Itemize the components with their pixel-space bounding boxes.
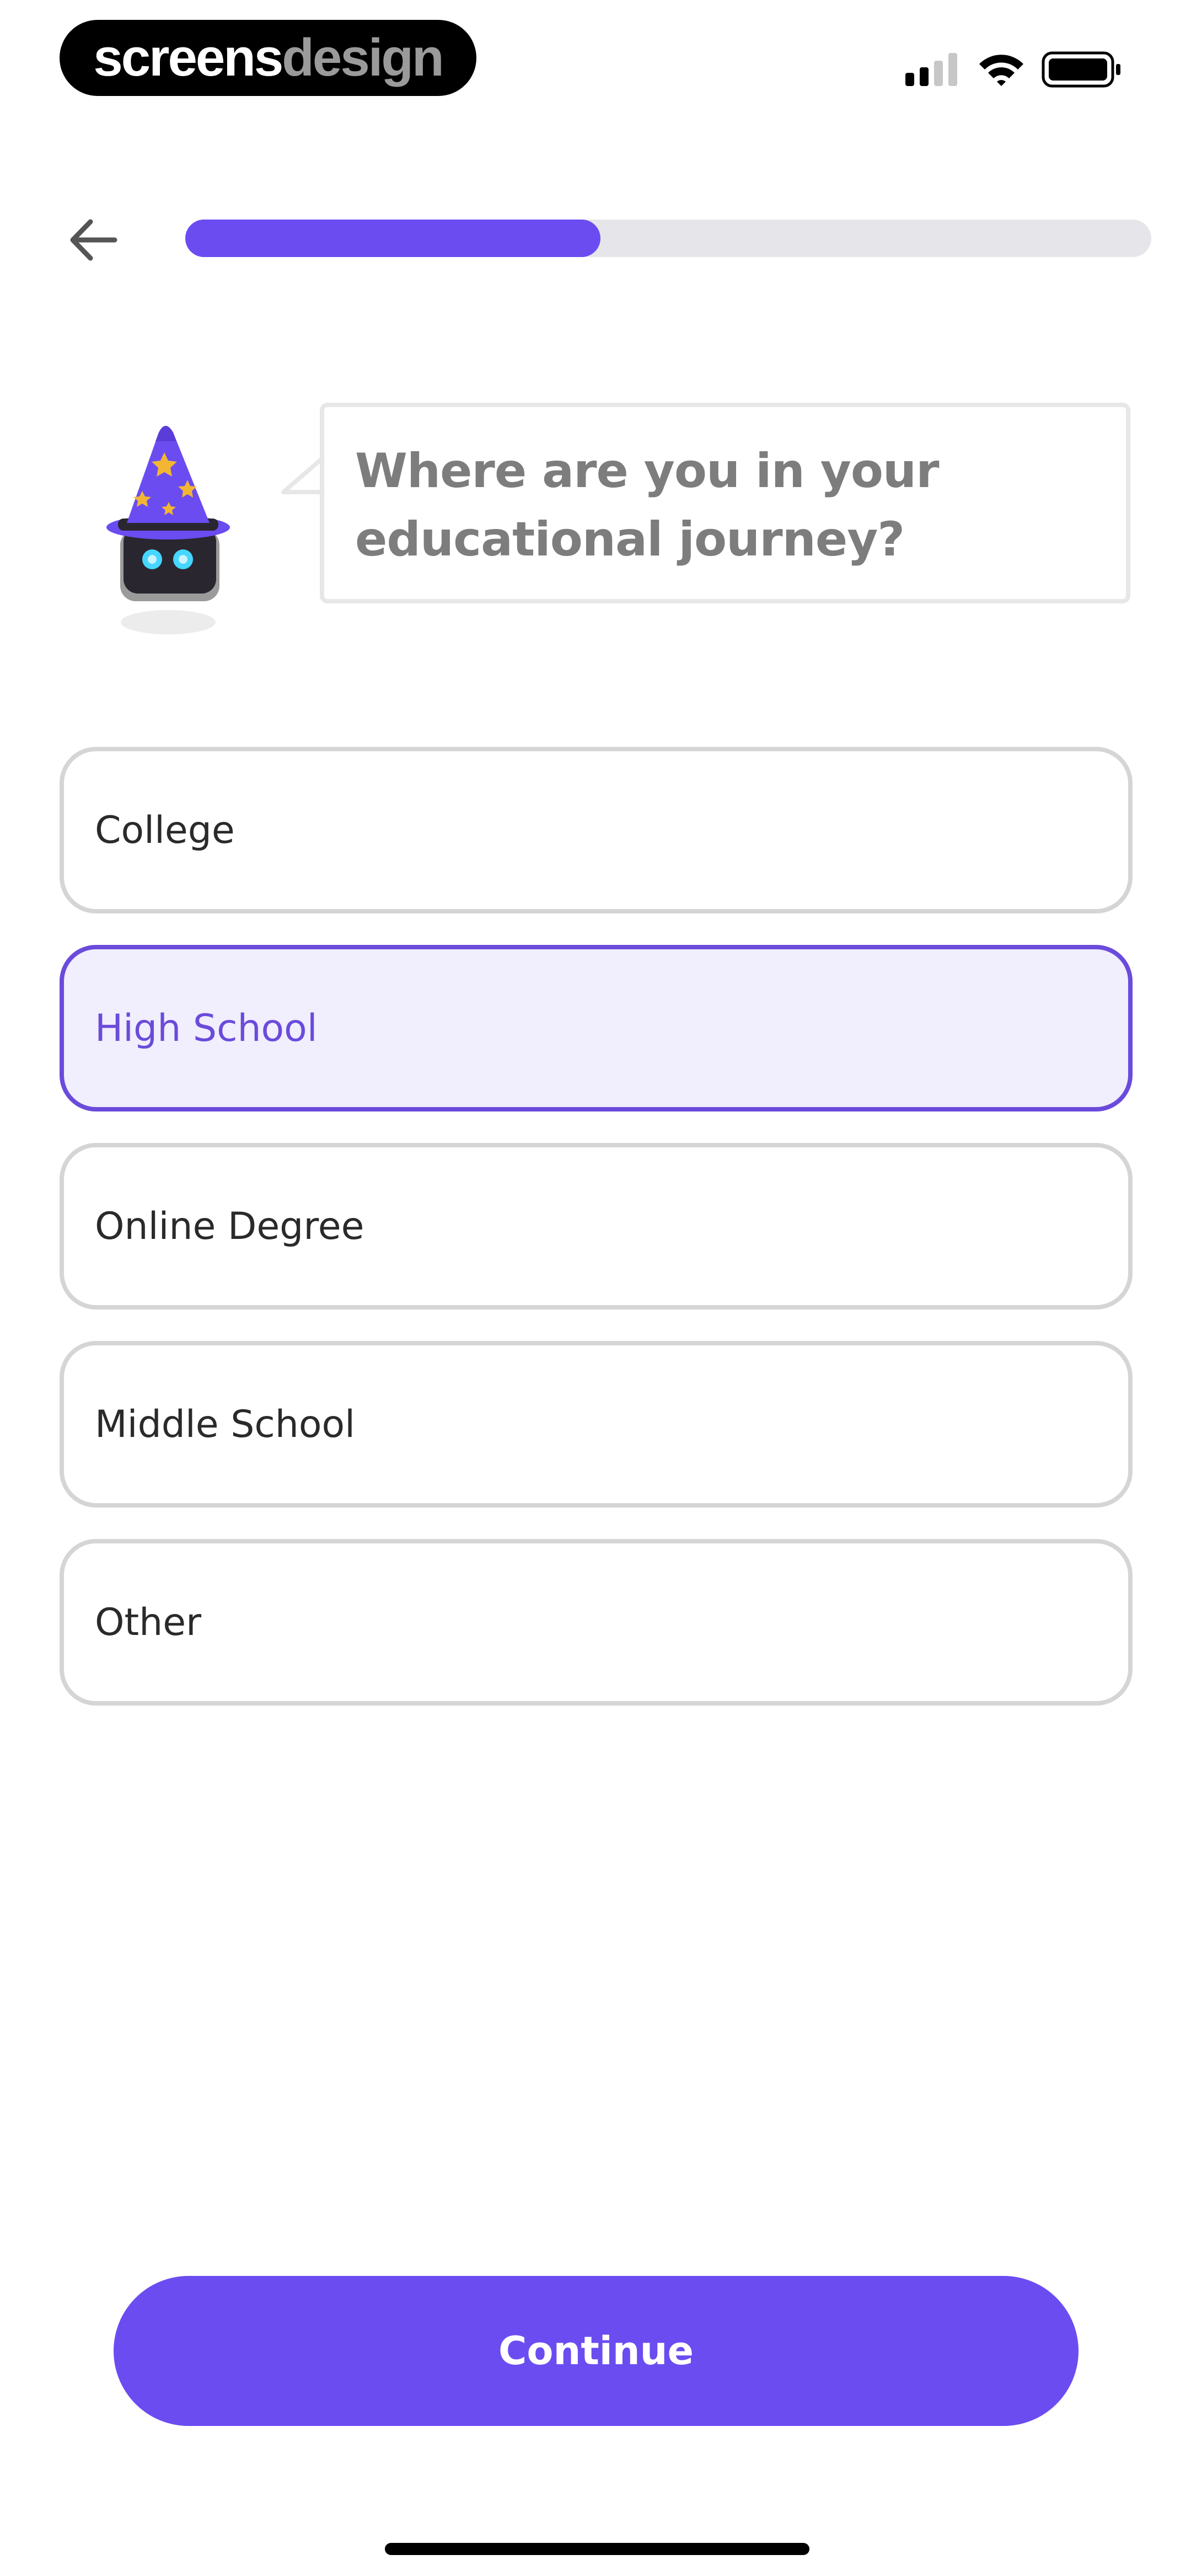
option-online-degree[interactable]: Online Degree — [60, 1143, 1133, 1310]
option-label: Online Degree — [95, 1204, 364, 1248]
progress-bar — [185, 220, 1151, 257]
speech-bubble: Where are you in your educational journe… — [320, 403, 1130, 603]
option-other[interactable]: Other — [60, 1539, 1133, 1706]
back-button[interactable] — [61, 210, 127, 270]
wifi-icon — [979, 55, 1023, 86]
continue-button[interactable]: Continue — [114, 2276, 1079, 2426]
option-college[interactable]: College — [60, 747, 1133, 913]
continue-button-label: Continue — [498, 2328, 694, 2374]
option-label: College — [95, 808, 235, 852]
option-label: Other — [95, 1600, 202, 1644]
brand-logo-text-part1: screens — [93, 28, 283, 87]
brand-logo: screensdesign — [60, 20, 476, 96]
home-indicator[interactable] — [385, 2543, 809, 2555]
arrow-left-icon — [70, 219, 117, 261]
question-text: Where are you in your educational journe… — [355, 443, 940, 567]
battery-icon — [1042, 51, 1120, 88]
wizard-robot-mascot — [94, 419, 243, 640]
option-middle-school[interactable]: Middle School — [60, 1341, 1133, 1508]
progress-fill — [185, 220, 601, 257]
status-icons — [899, 49, 1136, 88]
brand-logo-text: screensdesign — [93, 28, 444, 87]
option-high-school[interactable]: High School — [60, 945, 1133, 1111]
brand-logo-text-part2: design — [282, 28, 444, 87]
option-label: Middle School — [95, 1402, 355, 1446]
option-label: High School — [95, 1006, 318, 1050]
signal-icon — [905, 53, 957, 86]
